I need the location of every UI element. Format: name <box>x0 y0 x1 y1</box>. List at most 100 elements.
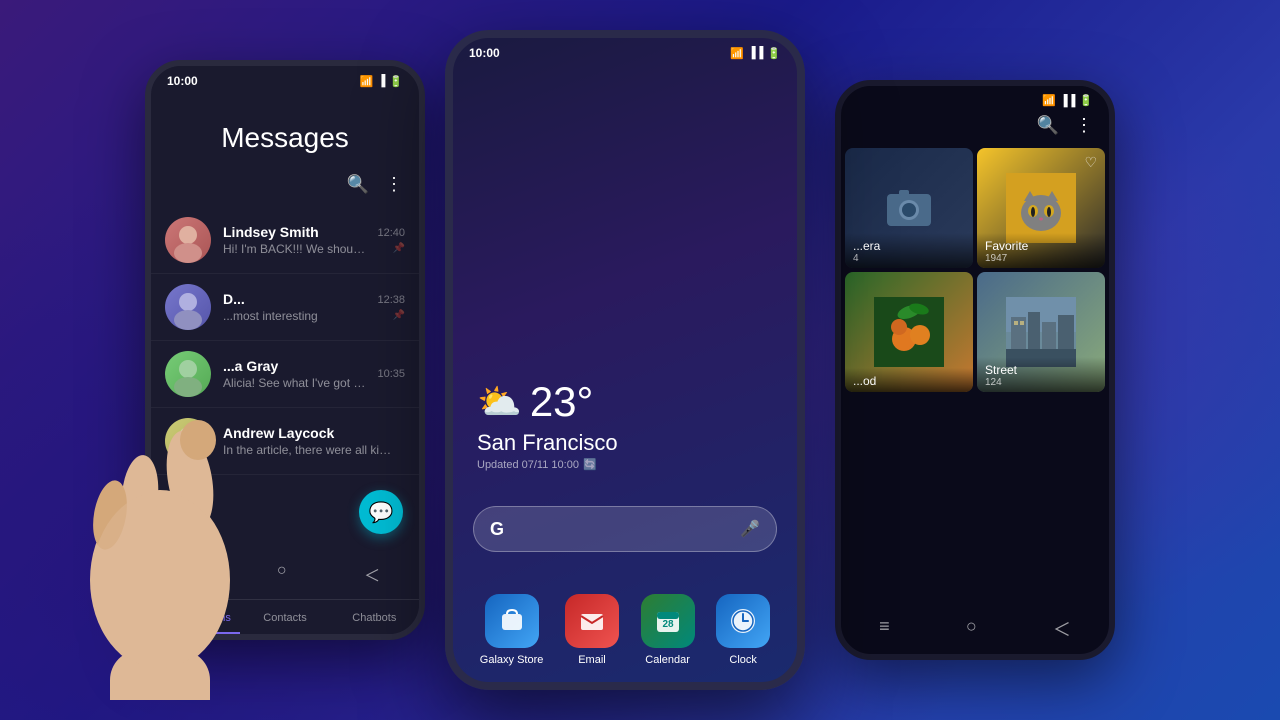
clock-icon <box>716 594 770 648</box>
app-item-clock[interactable]: Clock <box>716 594 770 666</box>
weather-updated: Updated 07/11 10:00 🔄 <box>477 458 618 471</box>
nav-back-icon[interactable]: ＜ <box>364 562 380 586</box>
pin-icon-1: 📌 <box>393 243 405 254</box>
center-signal-icon: ▐▐ <box>748 47 764 59</box>
clock-label: Clock <box>729 654 757 666</box>
phones-container: 10:00 📶 ▐ 🔋 Messages 🔍 ⋮ Lin <box>0 0 1280 720</box>
left-status-bar: 10:00 📶 ▐ 🔋 <box>151 66 419 92</box>
conv-preview-3: Alicia! See what I've got for you. <box>223 376 365 390</box>
app-item-email[interactable]: Email <box>565 594 619 666</box>
conv-content-1: Lindsey Smith Hi! I'm BACK!!! We should.… <box>223 224 365 256</box>
conv-content-3: ...a Gray Alicia! See what I've got for … <box>223 358 365 390</box>
tab-conversations[interactable]: Conversations <box>151 600 240 634</box>
camera-count: 4 <box>853 253 965 264</box>
right-status-bar: 📶 ▐▐ 🔋 <box>841 86 1109 111</box>
conv-meta-3: 10:35 <box>377 368 405 380</box>
svg-text:28: 28 <box>662 619 674 630</box>
signal-icon: ▐ <box>378 75 386 87</box>
favorite-count: 1947 <box>985 253 1097 264</box>
more-icon[interactable]: ⋮ <box>385 174 403 195</box>
google-logo: G <box>490 519 504 540</box>
refresh-icon[interactable]: 🔄 <box>583 458 597 471</box>
conversation-item-2[interactable]: D... ...most interesting 12:38 📌 <box>151 274 419 341</box>
phone-home: 10:00 📶 ▐▐ 🔋 ⛅ 23° San Francisco Updated… <box>445 30 805 690</box>
pin-icon-2: 📌 <box>393 310 405 321</box>
gallery-item-food[interactable]: ...od <box>845 272 973 392</box>
home-content: ⛅ 23° San Francisco Updated 07/11 10:00 … <box>453 38 797 682</box>
email-icon <box>565 594 619 648</box>
right-battery-icon: 🔋 <box>1079 94 1093 107</box>
tab-chatbots[interactable]: Chatbots <box>330 600 419 634</box>
favorite-overlay: Favorite 1947 <box>977 233 1105 268</box>
app-dock: Galaxy Store Email <box>453 594 797 666</box>
galaxy-store-icon <box>485 594 539 648</box>
mic-icon[interactable]: 🎤 <box>740 519 760 539</box>
nav-menu-icon[interactable]: ≡ <box>190 562 199 586</box>
google-search-bar[interactable]: G 🎤 <box>473 506 777 552</box>
weather-temp: 23° <box>530 378 594 426</box>
messages-toolbar: 🔍 ⋮ <box>151 174 419 207</box>
conv-time-3: 10:35 <box>377 368 405 380</box>
conv-content-4: Andrew Laycock In the article, there wer… <box>223 425 393 457</box>
street-overlay: Street 124 <box>977 357 1105 392</box>
conv-preview-2: ...most interesting <box>223 309 365 323</box>
right-nav-back[interactable]: ＜ <box>1053 616 1071 642</box>
tab-contacts[interactable]: Contacts <box>240 600 329 634</box>
left-time: 10:00 <box>167 74 198 88</box>
gallery-search-icon[interactable]: 🔍 <box>1037 115 1059 136</box>
compose-icon: 💬 <box>369 500 394 525</box>
center-status-bar: 10:00 📶 ▐▐ 🔋 <box>453 38 797 64</box>
nav-home-icon[interactable]: ○ <box>277 562 287 586</box>
gallery-item-favorite[interactable]: ♡ Favorite 1947 <box>977 148 1105 268</box>
right-wifi-icon: 📶 <box>1042 94 1056 107</box>
conversation-item-4[interactable]: Andrew Laycock In the article, there wer… <box>151 408 419 475</box>
conv-time-2: 12:38 <box>377 294 405 306</box>
center-battery-icon: 🔋 <box>767 47 781 60</box>
right-nav-home[interactable]: ○ <box>966 616 977 642</box>
conversation-item-3[interactable]: ...a Gray Alicia! See what I've got for … <box>151 341 419 408</box>
center-status-icons: 📶 ▐▐ 🔋 <box>730 47 781 60</box>
right-signal-icon: ▐▐ <box>1060 95 1076 107</box>
fab-compose-button[interactable]: 💬 <box>359 490 403 534</box>
center-time: 10:00 <box>469 46 500 60</box>
conv-preview-4: In the article, there were all kinds of … <box>223 443 393 457</box>
avatar-andrew <box>165 418 211 464</box>
weather-top: ⛅ 23° <box>477 378 618 426</box>
battery-icon: 🔋 <box>389 75 403 88</box>
search-icon[interactable]: 🔍 <box>347 174 369 195</box>
conv-name-4: Andrew Laycock <box>223 425 393 441</box>
messages-title: Messages <box>151 92 419 174</box>
phone-gallery: 📶 ▐▐ 🔋 🔍 ⋮ ...e <box>835 80 1115 660</box>
left-status-icons: 📶 ▐ 🔋 <box>360 75 403 88</box>
app-item-galaxy-store[interactable]: Galaxy Store <box>480 594 544 666</box>
conv-meta-2: 12:38 📌 <box>377 294 405 321</box>
conversation-item-1[interactable]: Lindsey Smith Hi! I'm BACK!!! We should.… <box>151 207 419 274</box>
gallery-grid: ...era 4 <box>841 148 1109 392</box>
email-label: Email <box>578 654 606 666</box>
conv-preview-1: Hi! I'm BACK!!! We should... <box>223 242 365 256</box>
app-item-calendar[interactable]: 28 Calendar <box>641 594 695 666</box>
conv-content-2: D... ...most interesting <box>223 291 365 323</box>
gallery-item-street[interactable]: Street 124 <box>977 272 1105 392</box>
weather-icon: ⛅ <box>477 381 522 423</box>
conversation-list: Lindsey Smith Hi! I'm BACK!!! We should.… <box>151 207 419 475</box>
food-album-name: ...od <box>853 374 965 388</box>
galaxy-store-label: Galaxy Store <box>480 654 544 666</box>
gallery-toolbar: 🔍 ⋮ <box>841 111 1109 148</box>
calendar-icon: 28 <box>641 594 695 648</box>
weather-widget: ⛅ 23° San Francisco Updated 07/11 10:00 … <box>477 378 618 471</box>
avatar-lindsey <box>165 217 211 263</box>
conv-name-3: ...a Gray <box>223 358 365 374</box>
right-nav-menu[interactable]: ≡ <box>879 616 890 642</box>
conv-name-1: Lindsey Smith <box>223 224 365 240</box>
conv-name-2: D... <box>223 291 365 307</box>
phone-messages: 10:00 📶 ▐ 🔋 Messages 🔍 ⋮ Lin <box>145 60 425 640</box>
gallery-item-camera[interactable]: ...era 4 <box>845 148 973 268</box>
heart-icon-favorite: ♡ <box>1084 154 1097 171</box>
messages-tabs: Conversations Contacts Chatbots <box>151 599 419 634</box>
gallery-more-icon[interactable]: ⋮ <box>1075 115 1093 136</box>
right-status-icons: 📶 ▐▐ 🔋 <box>1042 94 1093 107</box>
calendar-label: Calendar <box>645 654 690 666</box>
food-overlay: ...od <box>845 368 973 392</box>
nav-bar-right: ≡ ○ ＜ <box>841 608 1109 650</box>
